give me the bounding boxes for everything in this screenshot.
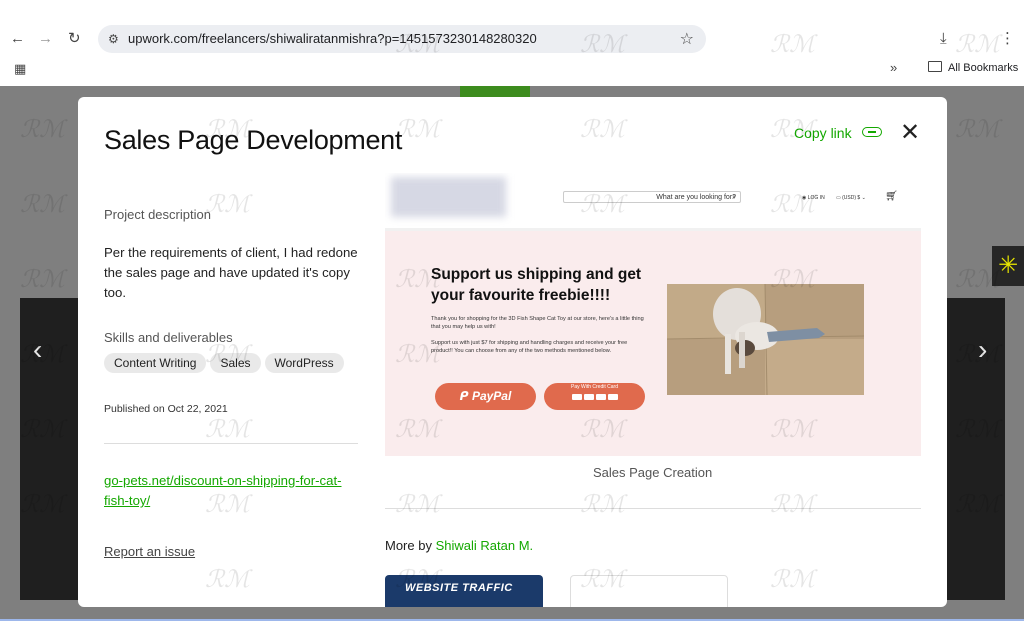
freelancer-name-link[interactable]: Shiwali Ratan M. bbox=[436, 538, 534, 553]
preview-search-icon: ⌕ bbox=[732, 194, 736, 201]
all-bookmarks-label: All Bookmarks bbox=[948, 62, 1019, 74]
project-thumbnail[interactable] bbox=[570, 575, 728, 607]
preview-login-label: LOG IN bbox=[807, 195, 825, 201]
copy-link-label: Copy link bbox=[794, 125, 852, 141]
extension-widget-icon[interactable]: ✳ bbox=[992, 246, 1024, 286]
address-bar[interactable]: ⚙ upwork.com/freelancers/shiwaliratanmis… bbox=[98, 25, 706, 53]
preview-login: ◉ LOG IN bbox=[802, 195, 825, 201]
card-logos-icon bbox=[544, 394, 645, 404]
reload-icon[interactable]: ↻ bbox=[68, 30, 81, 48]
preview-cart-icon: 🛒︎ bbox=[885, 191, 898, 202]
skill-chip: WordPress bbox=[264, 353, 344, 373]
menu-kebab-icon[interactable]: ⋮ bbox=[1000, 30, 1015, 48]
previous-arrow-icon[interactable]: ‹ bbox=[33, 336, 42, 364]
preview-paypal-button: ᑭ PayPal bbox=[435, 383, 536, 410]
preview-headline: Support us shipping and get your favouri… bbox=[431, 266, 642, 304]
skill-chip: Sales bbox=[210, 353, 261, 373]
preview-currency: ▭ (USD) $ ⌄ bbox=[836, 195, 866, 201]
project-description: Per the requirements of client, I had re… bbox=[104, 245, 358, 300]
preview-nav-strip bbox=[385, 228, 921, 231]
more-by-heading: More by Shiwali Ratan M. bbox=[385, 538, 533, 553]
download-icon[interactable]: ⤓ bbox=[940, 30, 947, 48]
preview-credit-card-label: Pay With Credit Card bbox=[571, 384, 618, 390]
preview-search-box: What are you looking for? ⌕ bbox=[563, 191, 741, 203]
window-bottom-strip bbox=[0, 619, 1024, 639]
link-icon bbox=[861, 127, 882, 137]
divider bbox=[104, 443, 358, 444]
skills-list: Content Writing Sales WordPress bbox=[104, 353, 348, 373]
project-title: Sales Page Development bbox=[104, 125, 403, 155]
folder-icon bbox=[928, 61, 942, 72]
more-by-prefix: More by bbox=[385, 538, 432, 553]
bookmark-star-icon[interactable]: ☆ bbox=[680, 29, 694, 49]
project-image: What are you looking for? ⌕ ◉ LOG IN ▭ (U… bbox=[385, 173, 921, 456]
description-label: Project description bbox=[104, 207, 211, 222]
project-modal: Sales Page Development Copy link ✕ Proje… bbox=[78, 97, 947, 607]
next-arrow-icon[interactable]: › bbox=[978, 336, 987, 364]
divider bbox=[385, 508, 921, 509]
preview-search-placeholder: What are you looking for? bbox=[656, 194, 736, 201]
preview-currency-label: (USD) $ bbox=[842, 195, 861, 201]
carousel-right-panel bbox=[945, 298, 1005, 600]
back-arrow-icon[interactable]: ← bbox=[10, 30, 25, 48]
forward-arrow-icon[interactable]: → bbox=[38, 30, 53, 48]
report-issue-link[interactable]: Report an issue bbox=[104, 544, 195, 559]
apps-grid-icon[interactable]: ▦ bbox=[14, 61, 26, 77]
project-url-link[interactable]: go-pets.net/discount-on-shipping-for-cat… bbox=[104, 471, 364, 511]
preview-site-header: What are you looking for? ⌕ ◉ LOG IN ▭ (U… bbox=[385, 173, 921, 229]
preview-paypal-label: PayPal bbox=[471, 389, 512, 403]
skills-label: Skills and deliverables bbox=[104, 330, 233, 345]
preview-paragraph-1: Thank you for shopping for the 3D Fish S… bbox=[431, 316, 644, 330]
bookmarks-overflow-icon[interactable]: » bbox=[890, 60, 897, 75]
copy-link-button[interactable]: Copy link bbox=[794, 125, 882, 141]
preview-paragraph-2: Support us with just $7 for shipping and… bbox=[431, 340, 628, 354]
preview-credit-card-button: Pay With Credit Card bbox=[544, 383, 645, 410]
all-bookmarks-button[interactable]: All Bookmarks bbox=[928, 61, 1018, 74]
site-settings-icon[interactable]: ⚙ bbox=[108, 32, 119, 46]
cat-toy-photo bbox=[667, 284, 864, 395]
carousel-left-panel bbox=[20, 298, 80, 600]
image-caption: Sales Page Creation bbox=[593, 465, 713, 480]
skill-chip: Content Writing bbox=[104, 353, 207, 373]
browser-toolbar: ← → ↻ ⚙ upwork.com/freelancers/shiwalira… bbox=[0, 0, 1024, 86]
url-text[interactable]: upwork.com/freelancers/shiwaliratanmishr… bbox=[128, 31, 537, 46]
project-thumbnail[interactable]: WEBSITE TRAFFIC bbox=[385, 575, 543, 607]
published-date: Published on Oct 22, 2021 bbox=[104, 403, 228, 415]
thumbnail-label: WEBSITE TRAFFIC bbox=[405, 582, 513, 594]
paypal-icon: ᑭ bbox=[459, 389, 469, 403]
close-icon[interactable]: ✕ bbox=[900, 121, 920, 145]
preview-logo bbox=[391, 177, 506, 217]
